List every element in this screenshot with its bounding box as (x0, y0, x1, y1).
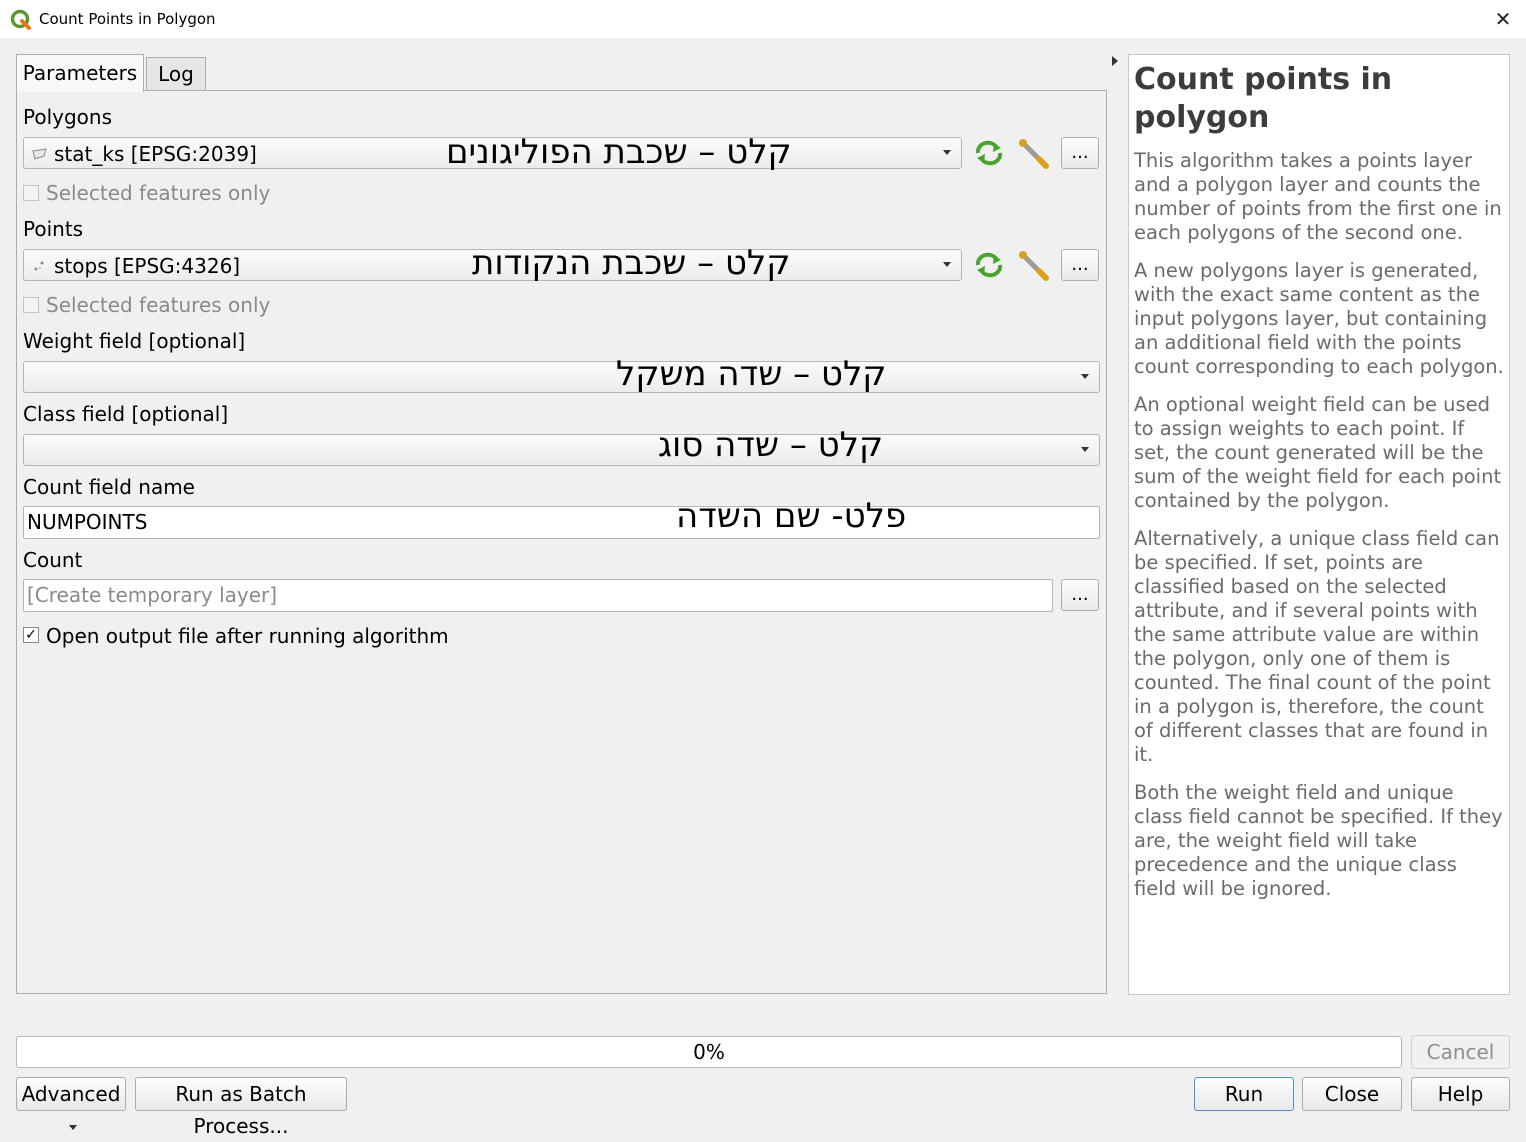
close-window-icon[interactable]: ✕ (1490, 6, 1516, 32)
polygon-layer-icon (32, 148, 47, 160)
chevron-down-icon (1081, 374, 1089, 379)
tab-log[interactable]: Log (146, 57, 206, 90)
weight-annotation: קלט – שדה משקל (616, 354, 887, 394)
wrench-icon[interactable] (1015, 137, 1053, 169)
collapse-arrow-icon[interactable] (1112, 56, 1118, 66)
count-output-browse-button[interactable]: ... (1061, 579, 1099, 611)
advanced-button[interactable]: Advanced (16, 1077, 126, 1130)
window-title: Count Points in Polygon (39, 10, 216, 28)
progress-bar: 0% (16, 1036, 1402, 1068)
help-paragraph: An optional weight field can be used to … (1134, 393, 1502, 512)
polygons-selected-only-label: Selected features only (46, 181, 271, 205)
help-panel: Count points in polygon This algorithm t… (1128, 54, 1510, 995)
class-field-label: Class field [optional] (23, 402, 229, 426)
polygons-options-button[interactable]: ... (1061, 137, 1099, 169)
class-annotation: קלט – שדה סוג (658, 425, 884, 465)
parameters-panel (16, 90, 1107, 994)
count-field-name-label: Count field name (23, 475, 195, 499)
chevron-down-icon (1081, 447, 1089, 452)
polygons-selected-only-checkbox[interactable] (23, 185, 39, 201)
qgis-logo-icon (10, 9, 31, 30)
points-annotation: קלט – שכבת הנקודות (472, 243, 791, 283)
help-paragraph: This algorithm takes a points layer and … (1134, 149, 1502, 244)
help-title: Count points in polygon (1134, 62, 1393, 135)
iterate-icon[interactable] (970, 249, 1008, 281)
chevron-down-icon (943, 150, 951, 155)
weight-field-label: Weight field [optional] (23, 329, 246, 353)
advanced-button-label: Advanced (21, 1082, 121, 1106)
title-bar: Count Points in Polygon ✕ (0, 0, 1526, 38)
points-label: Points (23, 217, 84, 241)
wrench-icon[interactable] (1015, 249, 1053, 281)
point-layer-icon (34, 261, 44, 271)
help-paragraph: A new polygons layer is generated, with … (1134, 259, 1504, 378)
chevron-down-icon (69, 1125, 77, 1130)
points-selected-only-label: Selected features only (46, 293, 271, 317)
count-field-name-input[interactable]: NUMPOINTS (23, 506, 1100, 539)
chevron-down-icon (943, 262, 951, 267)
class-field-combo[interactable] (23, 434, 1100, 466)
help-paragraph: Alternatively, a unique class field can … (1134, 527, 1500, 766)
run-batch-button[interactable]: Run as Batch Process... (135, 1077, 347, 1138)
help-button[interactable]: Help (1411, 1077, 1510, 1111)
points-options-button[interactable]: ... (1061, 249, 1099, 281)
open-output-checkbox[interactable]: ✓ (23, 627, 39, 643)
count-output-input[interactable]: [Create temporary layer] (23, 579, 1053, 612)
run-button[interactable]: Run (1194, 1077, 1294, 1111)
cancel-button[interactable]: Cancel (1411, 1035, 1510, 1069)
polygons-layer-value: stat_ks [EPSG:2039] (54, 142, 257, 166)
polygons-annotation: קלט – שכבת הפוליגונים (446, 132, 792, 172)
points-selected-only-checkbox[interactable] (23, 297, 39, 313)
help-paragraph: Both the weight field and unique class f… (1134, 781, 1503, 900)
points-layer-value: stops [EPSG:4326] (54, 254, 241, 278)
open-output-label: Open output file after running algorithm (46, 624, 449, 648)
close-button[interactable]: Close (1302, 1077, 1402, 1111)
weight-field-combo[interactable] (23, 361, 1100, 393)
count-output-label: Count (23, 548, 83, 572)
polygons-label: Polygons (23, 105, 113, 129)
tab-parameters[interactable]: Parameters (16, 54, 144, 92)
count-field-annotation: פלט- שם השדה (676, 496, 907, 536)
iterate-icon[interactable] (970, 137, 1008, 169)
